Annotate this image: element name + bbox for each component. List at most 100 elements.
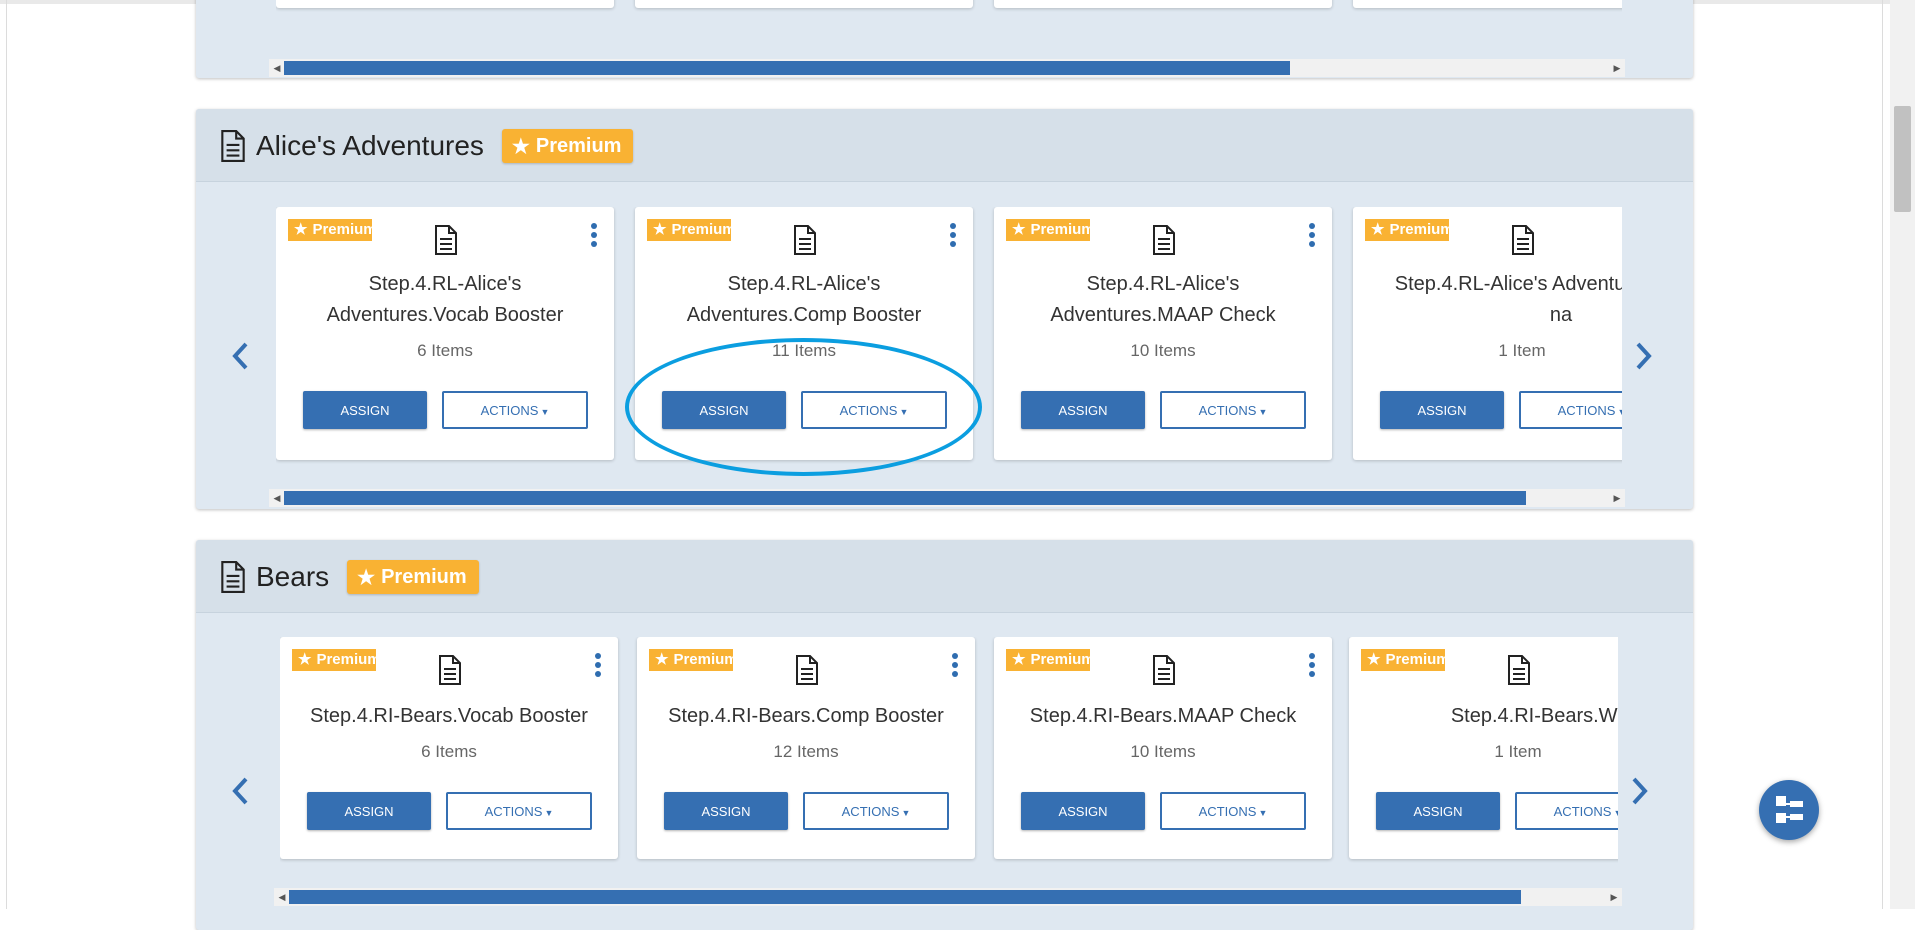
assignment-card[interactable]: ★ Premium Step.4.RL-Alice's Adventures.Co…	[635, 207, 973, 460]
assign-button[interactable]: ASSIGN	[1021, 792, 1145, 830]
star-sparkle-icon: ★	[357, 566, 376, 589]
star-sparkle-icon: ★	[1371, 221, 1385, 238]
star-sparkle-icon: ★	[511, 135, 530, 158]
assign-button[interactable]: ASSIGN	[307, 792, 431, 830]
caret-down-icon: ▼	[540, 406, 550, 417]
card-carousel: ★ Premium Step.4.RI-Bears.Vocab Booster 6…	[280, 637, 1618, 869]
item-count: 1 Item	[1498, 341, 1546, 360]
premium-badge: ★ Premium	[1361, 649, 1445, 671]
floating-hierarchy-button[interactable]	[1759, 780, 1819, 840]
document-icon	[794, 225, 816, 255]
caret-down-icon: ▼	[899, 406, 909, 417]
item-count: 10 Items	[1130, 341, 1196, 360]
scrollbar-thumb[interactable]	[284, 491, 1526, 505]
hierarchy-icon	[1776, 796, 1803, 823]
star-sparkle-icon: ★	[653, 221, 667, 238]
actions-dropdown-button[interactable]: ACTIONS ▼	[1519, 391, 1622, 429]
horizontal-scrollbar[interactable]: ◀ ▶	[269, 59, 1625, 77]
section-bears: Bears ★ Premium ★ Premium Step.4.RI-Bears.…	[196, 540, 1693, 930]
assignment-card[interactable]: ★ Premium Step.4.RI-Bears.Comp Booster 12…	[637, 637, 975, 859]
section-header: Bears ★ Premium	[196, 540, 1693, 613]
assignment-card[interactable]: ★ Premium Step.4.RL-Alice's Adventures.Vo…	[276, 207, 614, 460]
right-border	[1882, 0, 1883, 909]
caret-down-icon: ▼	[901, 807, 911, 818]
assign-button[interactable]: ASSIGN	[662, 391, 786, 429]
scroll-left-arrow-icon[interactable]: ◀	[269, 59, 285, 77]
left-border	[6, 0, 7, 909]
scroll-right-arrow-icon[interactable]: ▶	[1609, 489, 1625, 507]
assign-button[interactable]: ASSIGN	[1380, 391, 1504, 429]
card[interactable]	[1353, 0, 1622, 8]
section-header: Alice's Adventures ★ Premium	[196, 109, 1693, 182]
scroll-right-arrow-icon[interactable]: ▶	[1609, 59, 1625, 77]
scrollbar-thumb[interactable]	[289, 890, 1521, 904]
actions-dropdown-button[interactable]: ACTIONS ▼	[1160, 792, 1306, 830]
assign-button[interactable]: ASSIGN	[1376, 792, 1500, 830]
star-sparkle-icon: ★	[298, 651, 312, 668]
section-title-row: Alice's Adventures ★ Premium	[220, 129, 634, 163]
card[interactable]	[635, 0, 973, 8]
actions-dropdown-button[interactable]: ACTIONS ▼	[1515, 792, 1618, 830]
star-sparkle-icon: ★	[1012, 651, 1026, 668]
carousel-next-chevron-right-icon[interactable]	[1624, 771, 1654, 811]
caret-down-icon: ▼	[1258, 406, 1268, 417]
kebab-menu-icon[interactable]	[1308, 653, 1316, 679]
document-icon	[1508, 655, 1530, 685]
premium-badge: ★ Premium	[1006, 649, 1090, 671]
premium-badge: ★ Premium	[649, 649, 733, 671]
scroll-right-arrow-icon[interactable]: ▶	[1606, 888, 1622, 906]
carousel-prev-chevron-left-icon[interactable]	[226, 771, 256, 811]
actions-dropdown-button[interactable]: ACTIONS ▼	[446, 792, 592, 830]
assignment-card[interactable]: ★ Premium Step.4.RI-Bears.Vocab Booster 6…	[280, 637, 618, 859]
assign-button[interactable]: ASSIGN	[1021, 391, 1145, 429]
scrollbar-thumb[interactable]	[284, 61, 1290, 75]
card[interactable]	[994, 0, 1332, 8]
scroll-left-arrow-icon[interactable]: ◀	[274, 888, 290, 906]
item-count: 10 Items	[1130, 742, 1196, 761]
kebab-menu-icon[interactable]	[1308, 223, 1316, 249]
kebab-menu-icon[interactable]	[949, 223, 957, 249]
kebab-menu-icon[interactable]	[594, 653, 602, 679]
horizontal-scrollbar[interactable]: ◀ ▶	[274, 888, 1622, 906]
card[interactable]	[276, 0, 614, 8]
premium-badge: ★ Premium	[647, 219, 731, 241]
premium-badge: ★ Premium	[292, 649, 376, 671]
document-icon	[435, 225, 457, 255]
actions-dropdown-button[interactable]: ACTIONS ▼	[442, 391, 588, 429]
item-count: 6 Items	[417, 341, 473, 360]
previous-section-panel: ◀ ▶	[196, 0, 1693, 78]
caret-down-icon: ▼	[544, 807, 554, 818]
carousel-prev-chevron-left-icon[interactable]	[226, 336, 256, 376]
caret-down-icon: ▼	[1258, 807, 1268, 818]
premium-badge: ★ Premium	[1006, 219, 1090, 241]
document-icon	[796, 655, 818, 685]
scroll-left-arrow-icon[interactable]: ◀	[269, 489, 285, 507]
actions-dropdown-button[interactable]: ACTIONS ▼	[803, 792, 949, 830]
assignment-card[interactable]: ★ Premium Step.4.RL-Alice's Adventures.MA…	[994, 207, 1332, 460]
assignment-card[interactable]: ★Premium Step.4.RL-Alice's Adventures.Wr…	[1353, 207, 1622, 460]
carousel-next-chevron-right-icon[interactable]	[1628, 336, 1658, 376]
document-icon	[221, 561, 245, 593]
kebab-menu-icon[interactable]	[951, 653, 959, 679]
card-carousel	[276, 0, 1622, 28]
card-title: Step.4.RL-Alice's Adventures.Vocab Boost…	[326, 273, 564, 326]
document-icon	[221, 130, 245, 162]
card-title: Step.4.RL-Alice's Adventures.Writing-na	[1394, 273, 1622, 326]
premium-badge: ★ Premium	[288, 219, 372, 241]
star-sparkle-icon: ★	[294, 221, 308, 238]
scrollbar-thumb[interactable]	[1894, 106, 1911, 212]
vertical-scrollbar[interactable]	[1890, 0, 1915, 909]
assign-button[interactable]: ASSIGN	[664, 792, 788, 830]
premium-badge: ★ Premium	[347, 560, 479, 594]
card-carousel: ★ Premium Step.4.RL-Alice's Adventures.Vo…	[276, 207, 1622, 470]
kebab-menu-icon[interactable]	[590, 223, 598, 249]
section-title: Bears	[256, 561, 330, 592]
actions-dropdown-button[interactable]: ACTIONS ▼	[1160, 391, 1306, 429]
star-sparkle-icon: ★	[1367, 651, 1381, 668]
assignment-card[interactable]: ★Premium Step.4.RI-Bears.Writing- 1 Item…	[1349, 637, 1618, 859]
assign-button[interactable]: ASSIGN	[303, 391, 427, 429]
card-title: Step.4.RL-Alice's Adventures.Comp Booste…	[686, 273, 922, 326]
actions-dropdown-button[interactable]: ACTIONS ▼	[801, 391, 947, 429]
assignment-card[interactable]: ★ Premium Step.4.RI-Bears.MAAP Check 10 I…	[994, 637, 1332, 859]
horizontal-scrollbar[interactable]: ◀ ▶	[269, 489, 1625, 507]
